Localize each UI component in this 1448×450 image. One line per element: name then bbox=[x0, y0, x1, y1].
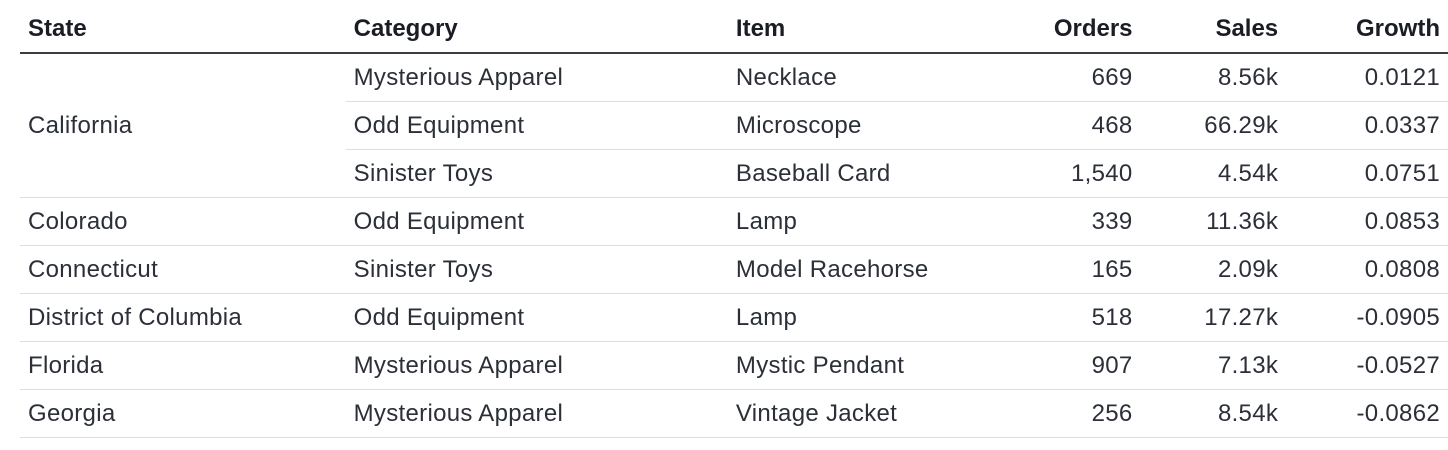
cell-category: Odd Equipment bbox=[345, 197, 728, 246]
cell-state: Florida bbox=[20, 341, 346, 390]
cell-sales: 7.13k bbox=[1140, 341, 1287, 390]
cell-orders: 907 bbox=[986, 341, 1141, 390]
data-table-container: State Category Item Orders Sales Growth … bbox=[20, 6, 1448, 438]
cell-state: Georgia bbox=[20, 389, 346, 438]
table-header: State Category Item Orders Sales Growth bbox=[20, 6, 1448, 54]
cell-item: Lamp bbox=[727, 197, 987, 246]
table-row: District of Columbia Odd Equipment Lamp 518… bbox=[20, 293, 1448, 342]
cell-item: Vintage Jacket bbox=[727, 389, 987, 438]
cell-orders: 339 bbox=[986, 197, 1141, 246]
cell-category: Mysterious Apparel bbox=[345, 389, 728, 438]
cell-growth: -0.0527 bbox=[1286, 341, 1448, 390]
column-header-growth[interactable]: Growth bbox=[1286, 6, 1448, 54]
cell-growth: 0.0337 bbox=[1286, 101, 1448, 150]
table-row: California Mysterious Apparel Necklace 669 8… bbox=[20, 53, 1448, 198]
cell-sales: 66.29k bbox=[1140, 101, 1287, 150]
cell-category: Sinister Toys bbox=[345, 149, 728, 198]
cell-item: Model Racehorse bbox=[727, 245, 987, 294]
cell-growth: -0.0905 bbox=[1286, 293, 1448, 342]
cell-state: California bbox=[20, 53, 346, 198]
sales-table: State Category Item Orders Sales Growth … bbox=[20, 6, 1448, 438]
table-row: Connecticut Sinister Toys Model Racehorse 1… bbox=[20, 245, 1448, 294]
cell-category: Mysterious Apparel bbox=[345, 53, 728, 102]
cell-sales: 8.56k bbox=[1140, 53, 1287, 102]
cell-sales: 2.09k bbox=[1140, 245, 1287, 294]
table-body: California Mysterious Apparel Necklace 669 8… bbox=[20, 53, 1448, 438]
table-row: Florida Mysterious Apparel Mystic Pendant 9… bbox=[20, 341, 1448, 390]
cell-item: Lamp bbox=[727, 293, 987, 342]
column-header-item[interactable]: Item bbox=[727, 6, 987, 54]
cell-category: Sinister Toys bbox=[345, 245, 728, 294]
cell-sales: 8.54k bbox=[1140, 389, 1287, 438]
cell-item: Necklace bbox=[727, 53, 987, 102]
cell-growth: 0.0808 bbox=[1286, 245, 1448, 294]
cell-growth: 0.0751 bbox=[1286, 149, 1448, 198]
cell-orders: 518 bbox=[986, 293, 1141, 342]
cell-category: Mysterious Apparel bbox=[345, 341, 728, 390]
cell-growth: 0.0853 bbox=[1286, 197, 1448, 246]
cell-item: Baseball Card bbox=[727, 149, 987, 198]
cell-sales: 11.36k bbox=[1140, 197, 1287, 246]
column-header-state[interactable]: State bbox=[20, 6, 346, 54]
cell-orders: 669 bbox=[986, 53, 1141, 102]
table-row: Georgia Mysterious Apparel Vintage Jacket 2… bbox=[20, 389, 1448, 438]
cell-state: Colorado bbox=[20, 197, 346, 246]
cell-item: Mystic Pendant bbox=[727, 341, 987, 390]
cell-growth: -0.0862 bbox=[1286, 389, 1448, 438]
cell-orders: 1,540 bbox=[986, 149, 1141, 198]
header-row: State Category Item Orders Sales Growth bbox=[20, 6, 1448, 54]
cell-sales: 17.27k bbox=[1140, 293, 1287, 342]
column-header-sales[interactable]: Sales bbox=[1140, 6, 1287, 54]
cell-growth: 0.0121 bbox=[1286, 53, 1448, 102]
cell-item: Microscope bbox=[727, 101, 987, 150]
cell-orders: 256 bbox=[986, 389, 1141, 438]
cell-orders: 165 bbox=[986, 245, 1141, 294]
column-header-category[interactable]: Category bbox=[345, 6, 728, 54]
column-header-orders[interactable]: Orders bbox=[986, 6, 1141, 54]
cell-sales: 4.54k bbox=[1140, 149, 1287, 198]
table-row: Colorado Odd Equipment Lamp 339 11.36k 0.0853 bbox=[20, 197, 1448, 246]
cell-state: Connecticut bbox=[20, 245, 346, 294]
cell-category: Odd Equipment bbox=[345, 293, 728, 342]
cell-state: District of Columbia bbox=[20, 293, 346, 342]
cell-category: Odd Equipment bbox=[345, 101, 728, 150]
cell-orders: 468 bbox=[986, 101, 1141, 150]
